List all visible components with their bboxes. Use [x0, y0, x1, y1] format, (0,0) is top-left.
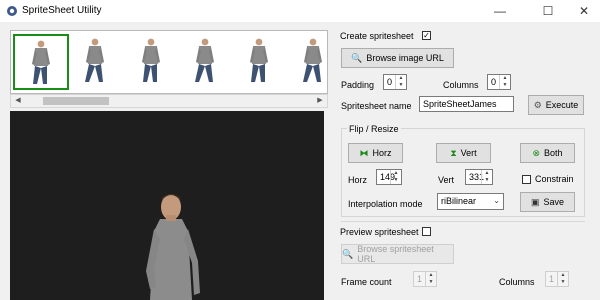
maximize-button[interactable]: ☐ — [528, 0, 568, 22]
interpolation-mode-label: Interpolation mode — [348, 199, 423, 209]
preview-columns-label: Columns — [499, 277, 535, 287]
scrollbar-thumb[interactable] — [43, 97, 109, 105]
flip-both-button[interactable]: ⊗ Both — [520, 143, 575, 163]
thumbnail-scrollbar[interactable]: ◀ ▶ — [10, 94, 328, 108]
magnifier-icon: 🔍 — [351, 52, 363, 63]
frame-thumbnail[interactable] — [69, 34, 125, 90]
flip-vert-label: Vert — [460, 148, 477, 158]
close-button[interactable]: ✕ — [564, 0, 600, 22]
interpolation-mode-select[interactable]: riBilinear ⌄ — [437, 193, 504, 210]
frame-thumbnail[interactable] — [13, 34, 69, 90]
gear-icon: ⚙ — [533, 99, 542, 110]
frame-thumbnail[interactable] — [125, 34, 181, 90]
frame-count-stepper[interactable]: 1 ▲ ▼ — [413, 271, 437, 287]
stepper-arrows-icon[interactable]: ▲ ▼ — [481, 170, 492, 184]
stepper-arrows-icon[interactable]: ▲ ▼ — [557, 272, 568, 286]
stepper-arrows-icon[interactable]: ▲ ▼ — [395, 75, 406, 89]
sprite-preview — [10, 111, 324, 300]
browse-spritesheet-url-label: Browse spritesheet URL — [357, 244, 434, 264]
vert-size-label: Vert — [438, 175, 455, 185]
save-button[interactable]: ▣ Save — [520, 192, 575, 212]
sprite-frame-figure — [85, 38, 104, 82]
preview-columns-stepper[interactable]: 1 ▲ ▼ — [545, 271, 569, 287]
execute-button[interactable]: ⚙ Execute — [528, 95, 584, 115]
scroll-right-icon[interactable]: ▶ — [314, 96, 326, 106]
browse-image-url-label: Browse image URL — [366, 53, 444, 63]
vert-size-stepper[interactable]: 331 ▲ ▼ — [465, 169, 493, 185]
frame-thumbnail[interactable] — [179, 34, 235, 90]
frame-count-value: 1 — [417, 274, 423, 284]
horz-size-label: Horz — [348, 175, 368, 185]
flip-horz-button[interactable]: ⧓ Horz — [348, 143, 403, 163]
horz-size-stepper[interactable]: 149 ▲ ▼ — [376, 169, 402, 185]
flip-vertical-icon: ⧗ — [450, 147, 457, 158]
magnifier-icon: 🔍 — [342, 248, 354, 259]
sprite-frame-figure — [303, 38, 322, 82]
sprite-frame-figure — [142, 38, 160, 82]
padding-label: Padding — [341, 80, 375, 90]
flip-horz-label: Horz — [372, 148, 392, 158]
app-icon — [7, 6, 17, 16]
constrain-label: Constrain — [535, 174, 574, 184]
sprite-frame-figure — [250, 38, 268, 82]
spritesheet-name-label: Spritesheet name — [341, 101, 412, 111]
window-title: SpriteSheet Utility — [22, 5, 102, 16]
sprite-frame-figure — [195, 38, 214, 82]
flip-both-label: Both — [544, 148, 563, 158]
flip-vert-button[interactable]: ⧗ Vert — [436, 143, 491, 163]
floppy-disk-icon: ▣ — [530, 196, 540, 207]
stepper-arrows-icon[interactable]: ▲ ▼ — [499, 75, 510, 89]
interpolation-mode-value: riBilinear — [441, 196, 477, 206]
stepper-arrows-icon[interactable]: ▲ ▼ — [425, 272, 436, 286]
columns-stepper[interactable]: 0 ▲ ▼ — [487, 74, 511, 90]
columns-value: 0 — [491, 77, 497, 87]
frame-thumbnail[interactable] — [287, 34, 327, 90]
stepper-arrows-icon[interactable]: ▲ ▼ — [390, 170, 401, 184]
sprite-frame-figure — [32, 40, 50, 84]
frame-count-label: Frame count — [341, 277, 392, 287]
title-bar: SpriteSheet Utility — ☐ ✕ — [0, 0, 600, 22]
preview-spritesheet-label: Preview spritesheet — [340, 227, 419, 237]
flip-resize-label: Flip / Resize — [347, 124, 401, 134]
constrain-checkbox[interactable] — [522, 175, 531, 184]
flip-horizontal-icon: ⧓ — [359, 147, 369, 158]
save-label: Save — [543, 197, 565, 207]
execute-label: Execute — [545, 100, 579, 110]
create-spritesheet-label: Create spritesheet — [340, 31, 414, 41]
section-divider — [341, 221, 585, 222]
create-spritesheet-checkbox[interactable]: ✓ — [422, 31, 431, 40]
character-figure — [146, 194, 200, 300]
columns-label: Columns — [443, 80, 479, 90]
browse-image-url-button[interactable]: 🔍 Browse image URL — [341, 48, 454, 68]
flip-both-icon: ⊗ — [532, 147, 541, 158]
panel-scrollbar[interactable] — [592, 30, 600, 300]
browse-spritesheet-url-button[interactable]: 🔍 Browse spritesheet URL — [341, 244, 454, 264]
scroll-left-icon[interactable]: ◀ — [12, 96, 24, 106]
minimize-button[interactable]: — — [480, 0, 520, 22]
frame-thumbnail[interactable] — [233, 34, 289, 90]
frame-thumbnail-strip — [10, 30, 328, 94]
padding-value: 0 — [387, 77, 393, 87]
preview-spritesheet-checkbox[interactable] — [422, 227, 431, 236]
chevron-down-icon: ⌄ — [493, 196, 500, 205]
padding-stepper[interactable]: 0 ▲ ▼ — [383, 74, 407, 90]
preview-columns-value: 1 — [549, 274, 555, 284]
spritesheet-name-field[interactable]: SpriteSheetJames — [419, 96, 514, 112]
